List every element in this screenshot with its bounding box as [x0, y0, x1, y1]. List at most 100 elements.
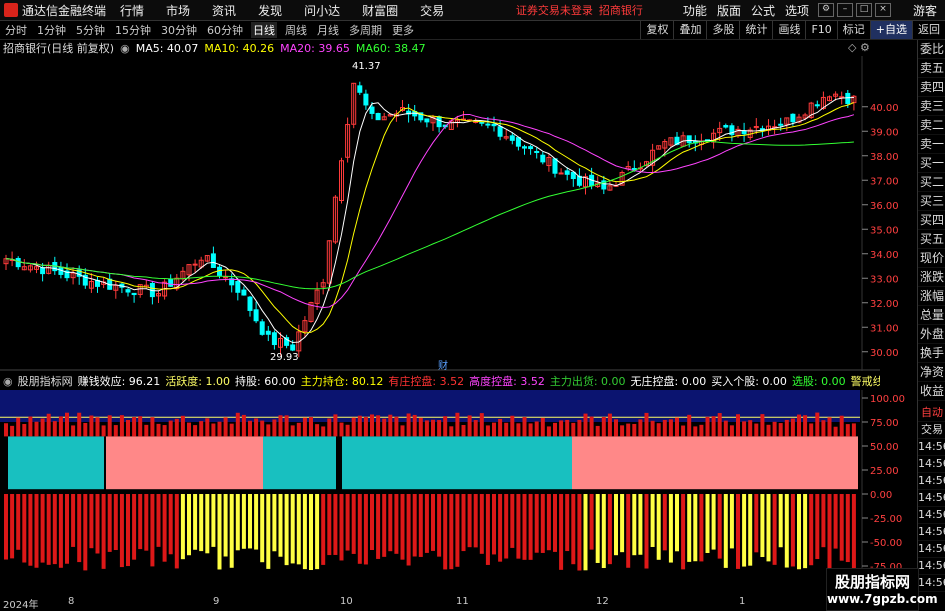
menu-item-layout[interactable]: 版面	[717, 2, 741, 19]
guest-label[interactable]: 游客	[913, 2, 937, 19]
period-tick[interactable]: 分时	[3, 22, 29, 38]
candle	[235, 281, 241, 293]
candle	[223, 276, 229, 279]
period-monthly[interactable]: 月线	[315, 22, 341, 38]
tool-restore-rights[interactable]: 复权	[640, 21, 673, 39]
sidebar-item-1[interactable]: 卖五	[918, 59, 945, 78]
period-15min[interactable]: 15分钟	[113, 22, 153, 38]
broker-link[interactable]: 招商银行	[599, 2, 643, 18]
menu-item-trade[interactable]: 交易	[420, 2, 444, 19]
menu-item-marketplace[interactable]: 市场	[166, 2, 190, 19]
financial-marker[interactable]: 财	[438, 359, 448, 371]
sidebar-item-11[interactable]: 现价	[918, 249, 945, 268]
zone-block	[263, 436, 336, 490]
tool-multi-stock[interactable]: 多股	[706, 21, 739, 39]
period-multi[interactable]: 多周期	[347, 22, 384, 38]
sidebar-item-6[interactable]: 买一	[918, 154, 945, 173]
sidebar-item-16[interactable]: 换手	[918, 344, 945, 363]
period-1min[interactable]: 1分钟	[35, 22, 68, 38]
menu-item-discover[interactable]: 发现	[258, 2, 282, 19]
tool-f10[interactable]: F10	[805, 21, 836, 39]
chart-corner-icons[interactable]: ◇ ⚙	[848, 41, 870, 54]
indicator-name: 股朋指标网	[17, 375, 73, 388]
price-axis-label: 31.00	[870, 323, 899, 334]
menu-item-wealth[interactable]: 财富圈	[362, 2, 398, 19]
indicator-value-0: 赚钱效应: 96.21	[77, 375, 161, 388]
candle	[40, 267, 46, 275]
x-label-nov: 11	[456, 596, 469, 607]
ma60-line	[5, 140, 854, 290]
indicator-toggle-icon[interactable]: ◉	[3, 375, 13, 388]
sidebar-item-0[interactable]: 委比	[918, 40, 945, 59]
sidebar-item-9[interactable]: 买四	[918, 211, 945, 230]
period-5min[interactable]: 5分钟	[74, 22, 107, 38]
candlestick-chart[interactable]: 40.00 39.00 38.00 37.00 36.00 35.00 34.00 33.00…	[0, 56, 917, 371]
menu-bar: 通达信金融终端 行情 市场 资讯 发现 问小达 财富圈 交易 证券交易未登录 招…	[0, 0, 945, 21]
sidebar-bottom-item-0[interactable]: 自动	[918, 405, 945, 422]
sidebar-bottom-item-6[interactable]: 14:56	[918, 507, 945, 524]
tool-stats[interactable]: 统计	[739, 21, 772, 39]
ma60-value: MA60: 38.47	[355, 41, 426, 55]
period-weekly[interactable]: 周线	[283, 22, 309, 38]
sidebar-item-3[interactable]: 卖三	[918, 97, 945, 116]
menu-item-options[interactable]: 选项	[785, 2, 809, 19]
close-icon[interactable]: ×	[874, 3, 891, 17]
menu-item-formula[interactable]: 公式	[751, 2, 775, 19]
tool-overlay[interactable]: 叠加	[673, 21, 706, 39]
candle	[125, 289, 131, 293]
period-30min[interactable]: 30分钟	[159, 22, 199, 38]
sidebar-item-14[interactable]: 总量	[918, 306, 945, 325]
login-warning[interactable]: 证券交易未登录	[516, 2, 593, 18]
sidebar-item-17[interactable]: 净资	[918, 363, 945, 382]
sidebar-item-4[interactable]: 卖二	[918, 116, 945, 135]
minimize-icon[interactable]: –	[836, 3, 853, 17]
settings-icon[interactable]: ⚙	[817, 3, 834, 17]
sidebar-bottom-item-4[interactable]: 14:56	[918, 473, 945, 490]
sidebar-item-5[interactable]: 卖一	[918, 135, 945, 154]
sidebar-bottom-item-5[interactable]: 14:56	[918, 490, 945, 507]
period-60min[interactable]: 60分钟	[205, 22, 245, 38]
sidebar-item-12[interactable]: 涨跌	[918, 268, 945, 287]
period-daily[interactable]: 日线	[251, 22, 277, 38]
sidebar-bottom-item-2[interactable]: 14:56	[918, 439, 945, 456]
ma10-value: MA10: 40.26	[204, 41, 275, 55]
sidebar-item-18[interactable]: 收益	[918, 382, 945, 401]
sidebar-bottom-item-9[interactable]: 14:56	[918, 558, 945, 575]
sidebar-item-7[interactable]: 买二	[918, 173, 945, 192]
indicator-info-line: ◉ 股朋指标网 赚钱效应: 96.21 活跃度: 1.00 持股: 60.00 主力持…	[0, 373, 880, 389]
sidebar-item-8[interactable]: 买三	[918, 192, 945, 211]
price-axis-label: 40.00	[870, 103, 899, 114]
sidebar-item-10[interactable]: 买五	[918, 230, 945, 249]
sidebar-bottom-item-1[interactable]: 交易	[918, 422, 945, 439]
menu-item-function[interactable]: 功能	[683, 2, 707, 19]
indicator-axis-label: -50.00	[870, 538, 902, 549]
sidebar-bottom-item-8[interactable]: 14:56	[918, 541, 945, 558]
sidebar-bottom-item-7[interactable]: 14:56	[918, 524, 945, 541]
sidebar-bottom-item-3[interactable]: 14:56	[918, 456, 945, 473]
period-more[interactable]: 更多	[390, 22, 416, 38]
sidebar-item-2[interactable]: 卖四	[918, 78, 945, 97]
sidebar-item-15[interactable]: 外盘	[918, 325, 945, 344]
maximize-icon[interactable]: □	[855, 3, 872, 17]
candle	[271, 332, 277, 346]
candle	[259, 321, 265, 335]
menu-item-ask[interactable]: 问小达	[304, 2, 340, 19]
indicator-value-4: 有庄控盘: 3.52	[388, 375, 465, 388]
price-axis-label: 32.00	[870, 299, 899, 310]
candle	[491, 123, 497, 127]
candle	[778, 123, 784, 126]
dropdown-icon[interactable]: ◉	[120, 42, 130, 55]
menu-item-market[interactable]: 行情	[120, 2, 144, 19]
menu-item-news[interactable]: 资讯	[212, 2, 236, 19]
tool-mark[interactable]: 标记	[836, 21, 870, 39]
stock-info-line: 招商银行(日线 前复权) ◉ MA5: 40.07 MA10: 40.26 MA…	[0, 40, 880, 56]
tool-add-watchlist[interactable]: +自选	[869, 21, 912, 39]
tool-back[interactable]: 返回	[912, 21, 945, 39]
tool-draw-line[interactable]: 画线	[772, 21, 805, 39]
indicator-chart[interactable]: 100.0075.0050.0025.000.00-25.00-50.00-75…	[0, 390, 917, 595]
sidebar-item-13[interactable]: 涨幅	[918, 287, 945, 306]
price-axis-label: 36.00	[870, 201, 899, 212]
candle	[424, 118, 430, 123]
sidebar-bottom-item-10[interactable]: 14:56	[918, 575, 945, 592]
candle	[253, 309, 259, 322]
